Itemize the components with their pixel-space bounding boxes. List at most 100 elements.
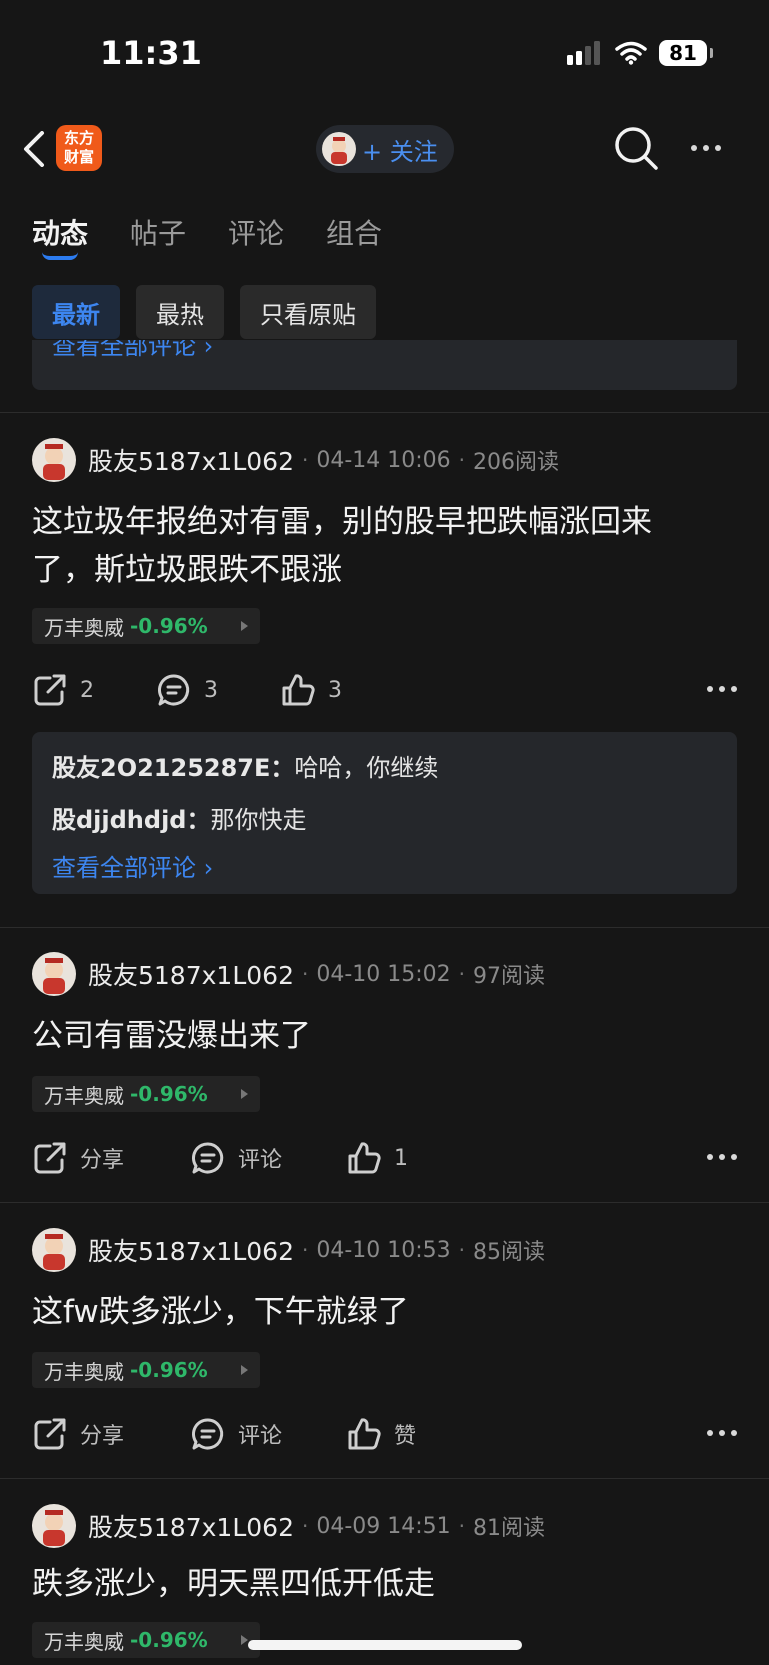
follow-button[interactable]: + 关注 bbox=[316, 125, 454, 173]
tab-dynamic[interactable]: 动态 bbox=[32, 212, 88, 252]
comment-button[interactable]: 3 bbox=[156, 672, 218, 708]
comment-user[interactable]: 股djjdhdjd： bbox=[52, 806, 210, 834]
status-icons: 81 bbox=[567, 40, 713, 66]
stock-tag[interactable]: 万丰奥威 -0.96% bbox=[32, 608, 260, 644]
stock-change: -0.96% bbox=[130, 1628, 208, 1652]
filter-latest[interactable]: 最新 bbox=[32, 285, 120, 339]
share-button[interactable]: 2 bbox=[32, 672, 94, 708]
post-more-icon[interactable] bbox=[707, 1154, 737, 1160]
divider bbox=[0, 412, 769, 413]
comment-label: 评论 bbox=[238, 1424, 283, 1449]
author-name[interactable]: 股友5187x1L062 bbox=[88, 1508, 294, 1544]
view-all-comments-link[interactable]: 查看全部评论 › bbox=[52, 848, 213, 883]
meta-separator: · bbox=[301, 1238, 309, 1262]
tab-comments[interactable]: 评论 bbox=[228, 212, 284, 252]
like-button[interactable]: 3 bbox=[280, 672, 342, 708]
stock-name: 万丰奥威 bbox=[44, 1359, 124, 1384]
avatar[interactable] bbox=[32, 1504, 76, 1548]
post-text-line: 了，斯垃圾跟跌不跟涨 bbox=[32, 552, 342, 588]
previous-comments-box: 查看全部评论 › bbox=[32, 340, 737, 390]
wifi-icon bbox=[615, 41, 647, 65]
post-header: 股友5187x1L062 · 04-14 10:06 · 206阅读 bbox=[32, 438, 559, 482]
author-name[interactable]: 股友5187x1L062 bbox=[88, 442, 294, 478]
like-button[interactable]: 赞 bbox=[346, 1416, 416, 1452]
post-actions: 2 3 3 bbox=[32, 672, 737, 716]
home-indicator[interactable] bbox=[248, 1640, 522, 1650]
logo-line1: 东方 bbox=[63, 129, 94, 147]
stock-tag[interactable]: 万丰奥威 -0.96% bbox=[32, 1622, 260, 1658]
post-header: 股友5187x1L062 · 04-10 15:02 · 97阅读 bbox=[32, 952, 545, 996]
play-arrow-icon bbox=[241, 1635, 248, 1645]
thumbs-up-icon bbox=[282, 674, 315, 706]
status-time: 11:31 bbox=[100, 34, 202, 72]
active-tab-indicator bbox=[42, 252, 78, 260]
avatar[interactable] bbox=[32, 952, 76, 996]
share-button[interactable]: 分享 bbox=[32, 1140, 124, 1176]
signal-icon bbox=[567, 41, 600, 65]
stock-tag[interactable]: 万丰奥威 -0.96% bbox=[32, 1076, 260, 1112]
battery-level: 81 bbox=[669, 41, 697, 65]
meta-separator: · bbox=[301, 1514, 309, 1538]
divider bbox=[0, 1478, 769, 1479]
tab-posts[interactable]: 帖子 bbox=[130, 212, 186, 252]
comment-item: 股友2O2125287E：哈哈，你继续 bbox=[52, 748, 438, 783]
sort-filters: 最新 最热 只看原贴 bbox=[32, 285, 376, 339]
back-button[interactable] bbox=[14, 126, 54, 172]
comments-preview[interactable]: 股友2O2125287E：哈哈，你继续 股djjdhdjd：那你快走 查看全部评… bbox=[32, 732, 737, 894]
comment-user[interactable]: 股友2O2125287E： bbox=[52, 754, 294, 782]
read-count: 97阅读 bbox=[473, 964, 546, 989]
avatar[interactable] bbox=[32, 1228, 76, 1272]
follow-label: + 关注 bbox=[362, 137, 438, 166]
read-count: 206阅读 bbox=[473, 450, 560, 475]
more-options-icon[interactable] bbox=[684, 130, 728, 166]
post-content[interactable]: 公司有雷没爆出来了 bbox=[32, 1012, 742, 1060]
stock-name: 万丰奥威 bbox=[44, 1083, 124, 1108]
post-more-icon[interactable] bbox=[707, 686, 737, 692]
post-header: 股友5187x1L062 · 04-10 10:53 · 85阅读 bbox=[32, 1228, 545, 1272]
meta-separator: · bbox=[458, 448, 466, 472]
tab-portfolio[interactable]: 组合 bbox=[326, 212, 382, 252]
play-arrow-icon bbox=[241, 1365, 248, 1375]
comment-icon bbox=[158, 674, 190, 706]
filter-original-only[interactable]: 只看原贴 bbox=[240, 285, 376, 339]
post-content[interactable]: 这垃圾年报绝对有雷，别的股早把跌幅涨回来 了，斯垃圾跟跌不跟涨 bbox=[32, 498, 742, 594]
meta-separator: · bbox=[458, 1238, 466, 1262]
avatar bbox=[322, 132, 356, 166]
post-text-line: 这fw跌多涨少，下午就绿了 bbox=[32, 1294, 409, 1330]
comment-button[interactable]: 评论 bbox=[190, 1140, 282, 1176]
comment-text: 那你快走 bbox=[210, 806, 307, 834]
post-text-line: 跌多涨少，明天黑四低开低走 bbox=[32, 1566, 435, 1602]
view-all-comments-link[interactable]: 查看全部评论 › bbox=[52, 340, 213, 361]
post-content[interactable]: 这fw跌多涨少，下午就绿了 bbox=[32, 1288, 742, 1336]
post-more-icon[interactable] bbox=[707, 1430, 737, 1436]
stock-change: -0.96% bbox=[130, 1358, 208, 1382]
meta-separator: · bbox=[458, 962, 466, 986]
like-count: 3 bbox=[328, 677, 342, 703]
author-name[interactable]: 股友5187x1L062 bbox=[88, 956, 294, 992]
avatar[interactable] bbox=[32, 438, 76, 482]
thumbs-up-icon bbox=[348, 1418, 381, 1450]
comment-icon bbox=[192, 1418, 224, 1450]
stock-name: 万丰奥威 bbox=[44, 1629, 124, 1654]
comment-button[interactable]: 评论 bbox=[190, 1416, 282, 1452]
share-icon bbox=[34, 674, 66, 706]
divider bbox=[0, 927, 769, 928]
logo-line2: 财富 bbox=[63, 148, 94, 166]
share-label: 分享 bbox=[80, 1424, 125, 1449]
status-bar: 11:31 81 bbox=[0, 0, 769, 110]
share-button[interactable]: 分享 bbox=[32, 1416, 124, 1452]
post-date: 04-10 15:02 bbox=[316, 961, 451, 987]
comment-label: 评论 bbox=[238, 1148, 283, 1173]
play-arrow-icon bbox=[241, 621, 248, 631]
filter-hot[interactable]: 最热 bbox=[136, 285, 224, 339]
stock-tag[interactable]: 万丰奥威 -0.96% bbox=[32, 1352, 260, 1388]
author-name[interactable]: 股友5187x1L062 bbox=[88, 1232, 294, 1268]
nav-bar: 东方 财富 + 关注 bbox=[0, 110, 769, 190]
meta-separator: · bbox=[301, 962, 309, 986]
post-content[interactable]: 跌多涨少，明天黑四低开低走 bbox=[32, 1560, 742, 1608]
search-icon[interactable] bbox=[612, 124, 660, 172]
app-logo[interactable]: 东方 财富 bbox=[56, 125, 102, 171]
thumbs-up-icon bbox=[348, 1142, 381, 1174]
like-button[interactable]: 1 bbox=[346, 1140, 408, 1176]
comment-item: 股djjdhdjd：那你快走 bbox=[52, 800, 306, 835]
